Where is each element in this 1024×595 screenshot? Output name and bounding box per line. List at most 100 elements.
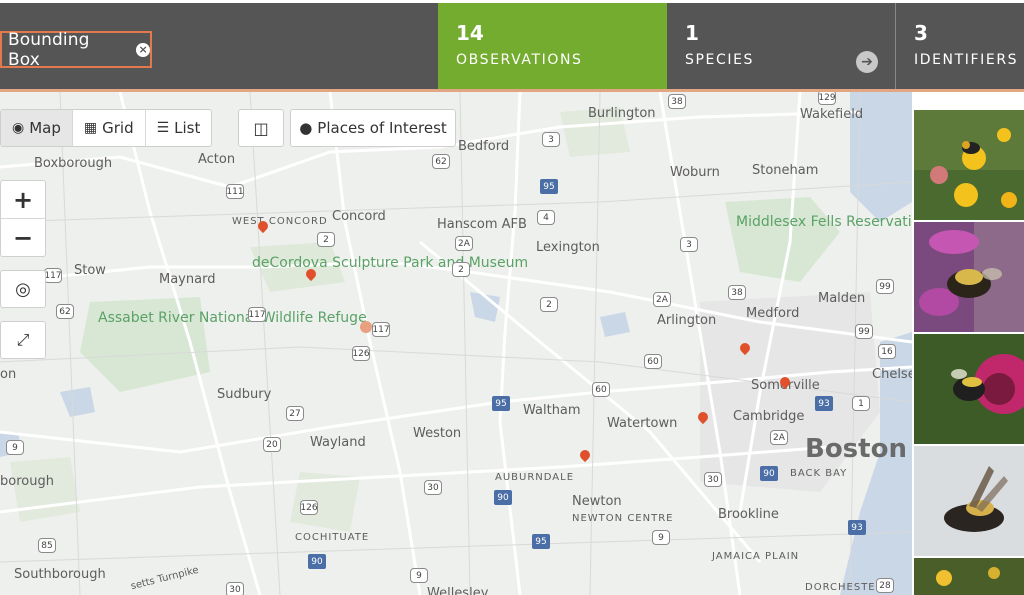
route-shield: 27 [286, 406, 304, 421]
route-shield: 93 [848, 520, 866, 535]
place-label: JAMAICA PLAIN [712, 551, 800, 562]
observations-stat[interactable]: 14 OBSERVATIONS [438, 3, 667, 92]
place-label: Sudbury [217, 387, 272, 402]
species-stat[interactable]: 1 SPECIES [667, 3, 895, 92]
observation-photo-strip [912, 92, 1024, 595]
route-shield: 60 [644, 354, 662, 369]
place-label: Waltham [523, 403, 581, 418]
place-label: Boston [805, 434, 907, 464]
grid-view-label: Grid [102, 119, 134, 137]
expand-icon: ⤢ [16, 330, 30, 349]
close-icon[interactable]: × [136, 42, 150, 57]
route-shield: 90 [494, 490, 512, 505]
route-shield: 126 [352, 346, 370, 361]
place-label: WEST CONCORD [232, 216, 328, 227]
observation-photo[interactable] [914, 446, 1024, 556]
place-label: Stow [74, 263, 106, 278]
route-shield: 38 [668, 94, 686, 109]
route-shield: 90 [308, 554, 326, 569]
zoom-in-button[interactable]: + [1, 181, 45, 219]
route-shield: 20 [263, 437, 281, 452]
place-label: AUBURNDALE [495, 472, 575, 483]
place-label: Middlesex Fells Reservation [736, 214, 912, 230]
route-shield: 126 [300, 500, 318, 515]
stats-header: Bounding Box × 14 OBSERVATIONS 1 SPECIES… [0, 3, 1024, 92]
layers-button[interactable]: ◫ [238, 109, 284, 147]
route-shield: 1 [852, 396, 870, 411]
species-count: 1 [685, 21, 699, 45]
fullscreen-button[interactable]: ⤢ [0, 321, 46, 359]
place-label: Burlington [588, 106, 656, 121]
route-shield: 30 [226, 582, 244, 595]
route-shield: 85 [38, 538, 56, 553]
place-label: Southborough [14, 567, 106, 582]
place-label: Maynard [159, 272, 216, 287]
place-label: Hanscom AFB [437, 217, 527, 232]
place-label: Woburn [670, 165, 720, 180]
locate-button[interactable]: ◎ [0, 270, 46, 308]
observation-photo[interactable] [914, 334, 1024, 444]
place-label: DORCHESTER [805, 582, 884, 593]
place-label: Acton [198, 152, 236, 167]
observation-map[interactable]: Burlington Wakefield Bedford Acton Boxbo… [0, 92, 912, 595]
route-shield: 2 [540, 297, 558, 312]
observations-count: 14 [456, 21, 484, 45]
arrow-right-icon[interactable]: ➔ [856, 51, 878, 73]
identifiers-label: IDENTIFIERS [914, 52, 1019, 68]
route-shield: 60 [592, 382, 610, 397]
place-label: borough [0, 474, 54, 489]
place-label: Watertown [607, 416, 678, 431]
map-view-tab[interactable]: ◉ Map [1, 110, 73, 146]
route-shield: 95 [532, 534, 550, 549]
place-label: Boxborough [34, 156, 113, 171]
zoom-out-button[interactable]: − [1, 219, 45, 257]
route-shield: 95 [492, 396, 510, 411]
bounding-box-filter-chip[interactable]: Bounding Box × [0, 30, 152, 70]
observation-photo[interactable] [914, 558, 1024, 595]
grid-view-tab[interactable]: ▦ Grid [73, 110, 146, 146]
place-label: Weston [413, 426, 462, 441]
route-shield: 30 [704, 472, 722, 487]
place-label: on [0, 367, 17, 382]
observation-photo[interactable] [914, 110, 1024, 220]
route-shield: 117 [44, 268, 62, 283]
route-shield: 4 [537, 210, 555, 225]
zoom-control: + − [0, 180, 46, 257]
place-label: Newton [572, 494, 622, 509]
route-shield: 2A [455, 236, 473, 251]
place-label: BACK BAY [790, 468, 848, 479]
route-shield: 90 [760, 466, 778, 481]
place-label: Bedford [458, 139, 510, 154]
identifiers-count: 3 [914, 21, 928, 45]
list-icon: ☰ [156, 120, 170, 136]
route-shield: 99 [855, 324, 873, 339]
list-view-tab[interactable]: ☰ List [146, 110, 212, 146]
map-marker-icon: ◉ [12, 120, 25, 136]
route-shield: 95 [540, 179, 558, 194]
route-shield: 16 [878, 344, 896, 359]
observation-pin-cluster[interactable] [360, 321, 372, 333]
route-shield: 62 [56, 304, 74, 319]
identifiers-stat[interactable]: 3 IDENTIFIERS [895, 3, 1024, 92]
route-shield: 28 [876, 578, 894, 593]
place-label: Wayland [310, 435, 366, 450]
route-shield: 9 [6, 440, 24, 455]
observation-photo[interactable] [914, 222, 1024, 332]
route-shield: 99 [876, 279, 894, 294]
crosshair-icon: ◎ [15, 278, 31, 300]
places-of-interest-button[interactable]: ● Places of Interest [290, 109, 456, 147]
route-shield: 2 [452, 262, 470, 277]
route-shield: 3 [680, 237, 698, 252]
route-shield: 111 [226, 184, 244, 199]
route-shield: 117 [372, 322, 390, 337]
layers-icon: ◫ [253, 118, 269, 138]
view-toggle: ◉ Map ▦ Grid ☰ List [0, 109, 213, 147]
place-label: Medford [746, 306, 800, 321]
place-label: Brookline [718, 507, 779, 522]
place-label: Chelse [872, 367, 912, 382]
list-view-label: List [174, 119, 201, 137]
place-label: Lexington [536, 240, 600, 255]
place-label: deCordova Sculpture Park and Museum [252, 255, 529, 271]
route-shield: 93 [815, 396, 833, 411]
place-label: Arlington [657, 313, 717, 328]
